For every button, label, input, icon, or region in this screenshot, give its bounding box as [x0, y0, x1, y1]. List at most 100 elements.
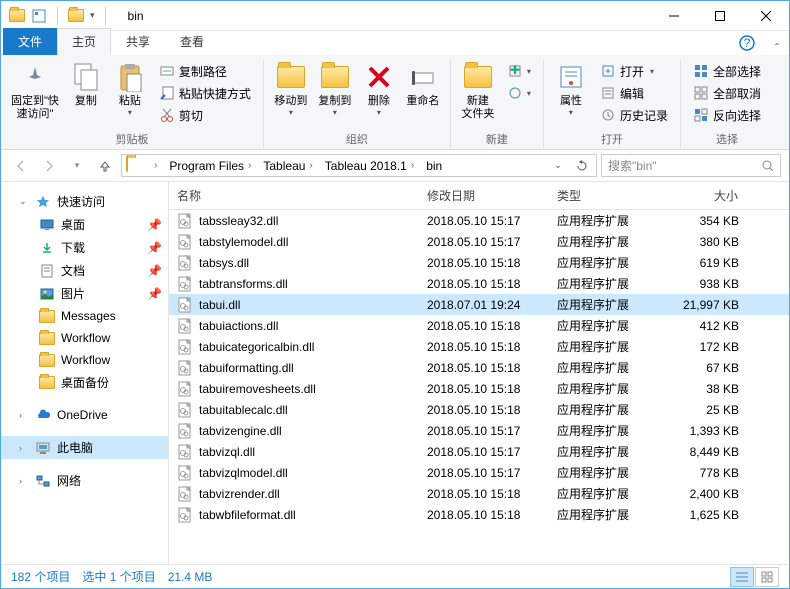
rename-button[interactable]: 重命名 [402, 59, 444, 129]
copypath-button[interactable]: 复制路径 [155, 61, 255, 81]
nav-up[interactable] [93, 154, 117, 178]
file-size: 172 KB [669, 340, 759, 354]
file-row[interactable]: tabsys.dll2018.05.10 15:18应用程序扩展619 KB [169, 252, 789, 273]
nav-back[interactable] [9, 154, 33, 178]
group-clipboard: 固定到"快 速访问" 复制 粘贴▾ 复制路径 粘贴快捷方式 剪切 剪贴板 [1, 59, 264, 149]
help-icon[interactable]: ? [737, 33, 757, 53]
file-row[interactable]: tabssleay32.dll2018.05.10 15:17应用程序扩展354… [169, 210, 789, 231]
dll-icon [177, 297, 193, 313]
pasteshortcut-button[interactable]: 粘贴快捷方式 [155, 83, 255, 103]
cut-button[interactable]: 剪切 [155, 105, 255, 125]
properties-qat-icon[interactable] [31, 8, 47, 24]
nav-workflow-1[interactable]: Workflow [1, 327, 168, 349]
crumb-4[interactable]: bin [422, 155, 446, 176]
moveto-button[interactable]: 移动到▾ [270, 59, 312, 129]
status-size: 21.4 MB [168, 570, 213, 584]
file-row[interactable]: tabvizrender.dll2018.05.10 15:18应用程序扩展2,… [169, 483, 789, 504]
file-row[interactable]: tabui.dll2018.07.01 19:24应用程序扩展21,997 KB [169, 294, 789, 315]
dll-icon [177, 423, 193, 439]
nav-desktopbk[interactable]: 桌面备份 [1, 371, 168, 394]
copy-button[interactable]: 复制 [65, 59, 107, 129]
ribbon-collapse[interactable]: ˆ [765, 41, 789, 55]
open-qat-icon[interactable] [68, 8, 84, 24]
edit-button[interactable]: 编辑 [596, 83, 672, 103]
file-row[interactable]: tabvizengine.dll2018.05.10 15:17应用程序扩展1,… [169, 420, 789, 441]
selectall-button[interactable]: 全部选择 [689, 61, 765, 81]
crumb-3[interactable]: Tableau 2018.1› [321, 155, 422, 176]
folder-icon [39, 330, 55, 346]
file-date: 2018.05.10 15:18 [419, 319, 549, 333]
breadcrumb-bar[interactable]: › Program Files› Tableau› Tableau 2018.1… [121, 154, 597, 177]
nav-workflow-2[interactable]: Workflow [1, 349, 168, 371]
nav-desktop[interactable]: 桌面📌 [1, 213, 168, 236]
newitem-icon: ✚ [507, 63, 523, 79]
invertselect-button[interactable]: 反向选择 [689, 105, 765, 125]
nav-documents[interactable]: 文档📌 [1, 259, 168, 282]
file-type: 应用程序扩展 [549, 359, 669, 376]
newfolder-button[interactable]: 新建 文件夹 [457, 59, 499, 129]
file-type: 应用程序扩展 [549, 212, 669, 229]
open-button[interactable]: 打开▾ [596, 61, 672, 81]
search-icon [762, 160, 774, 172]
tab-view[interactable]: 查看 [165, 28, 219, 55]
file-row[interactable]: tabtransforms.dll2018.05.10 15:18应用程序扩展9… [169, 273, 789, 294]
nav-recent[interactable]: ▾ [65, 154, 89, 178]
selectnone-button[interactable]: 全部取消 [689, 83, 765, 103]
file-row[interactable]: tabuitablecalc.dll2018.05.10 15:18应用程序扩展… [169, 399, 789, 420]
file-row[interactable]: tabuiformatting.dll2018.05.10 15:18应用程序扩… [169, 357, 789, 378]
col-date[interactable]: 修改日期 [419, 182, 549, 209]
nav-downloads[interactable]: 下载📌 [1, 236, 168, 259]
pin-icon [19, 61, 51, 93]
file-date: 2018.05.10 15:17 [419, 424, 549, 438]
delete-button[interactable]: 删除▾ [358, 59, 400, 129]
desktop-icon [39, 217, 55, 233]
file-row[interactable]: tabuiactions.dll2018.05.10 15:18应用程序扩展41… [169, 315, 789, 336]
copyto-button[interactable]: 复制到▾ [314, 59, 356, 129]
nav-messages[interactable]: Messages [1, 305, 168, 327]
maximize-button[interactable] [697, 1, 743, 31]
file-row[interactable]: tabwbfileformat.dll2018.05.10 15:18应用程序扩… [169, 504, 789, 525]
addr-refresh[interactable] [570, 154, 594, 177]
crumb-1[interactable]: Program Files› [165, 155, 259, 176]
search-box[interactable]: 搜索"bin" [601, 154, 781, 177]
tab-share[interactable]: 共享 [111, 28, 165, 55]
view-icons[interactable] [755, 567, 779, 587]
properties-button[interactable]: 属性▾ [550, 59, 592, 129]
tab-file[interactable]: 文件 [3, 28, 57, 55]
group-select: 全部选择 全部取消 反向选择 选择 [681, 59, 773, 149]
tab-home[interactable]: 主页 [57, 28, 111, 55]
file-row[interactable]: tabuicategoricalbin.dll2018.05.10 15:18应… [169, 336, 789, 357]
view-details[interactable] [730, 567, 754, 587]
file-type: 应用程序扩展 [549, 443, 669, 460]
file-size: 67 KB [669, 361, 759, 375]
file-row[interactable]: tabvizql.dll2018.05.10 15:17应用程序扩展8,449 … [169, 441, 789, 462]
nav-onedrive[interactable]: ›OneDrive [1, 404, 168, 426]
history-button[interactable]: 历史记录 [596, 105, 672, 125]
col-type[interactable]: 类型 [549, 182, 669, 209]
minimize-button[interactable] [651, 1, 697, 31]
col-name[interactable]: 名称 [169, 182, 419, 209]
close-button[interactable] [743, 1, 789, 31]
addr-dropdown[interactable]: ⌄ [546, 154, 570, 177]
file-row[interactable]: tabstylemodel.dll2018.05.10 15:17应用程序扩展3… [169, 231, 789, 252]
nav-pictures[interactable]: 图片📌 [1, 282, 168, 305]
file-name: tabvizqlmodel.dll [199, 466, 288, 480]
nav-thispc[interactable]: ›此电脑 [1, 436, 168, 459]
pin-icon: 📌 [147, 241, 162, 255]
crumb-root[interactable]: › [146, 155, 165, 176]
col-size[interactable]: 大小 [669, 182, 759, 209]
dll-icon [177, 444, 193, 460]
file-row[interactable]: tabvizqlmodel.dll2018.05.10 15:17应用程序扩展7… [169, 462, 789, 483]
nav-network[interactable]: ›网络 [1, 469, 168, 492]
pin-button[interactable]: 固定到"快 速访问" [7, 59, 63, 129]
nav-quick-access[interactable]: ⌄快速访问 [1, 190, 168, 213]
newitem-button[interactable]: ✚▾ [503, 61, 535, 81]
nav-forward[interactable] [37, 154, 61, 178]
qat-dropdown[interactable]: ▾ [90, 10, 95, 21]
column-headers: 名称 修改日期 类型 大小 [169, 182, 789, 210]
easyaccess-button[interactable]: ▾ [503, 83, 535, 103]
crumb-2[interactable]: Tableau› [259, 155, 320, 176]
file-row[interactable]: tabuiremovesheets.dll2018.05.10 15:18应用程… [169, 378, 789, 399]
file-size: 21,997 KB [669, 298, 759, 312]
paste-button[interactable]: 粘贴▾ [109, 59, 151, 129]
